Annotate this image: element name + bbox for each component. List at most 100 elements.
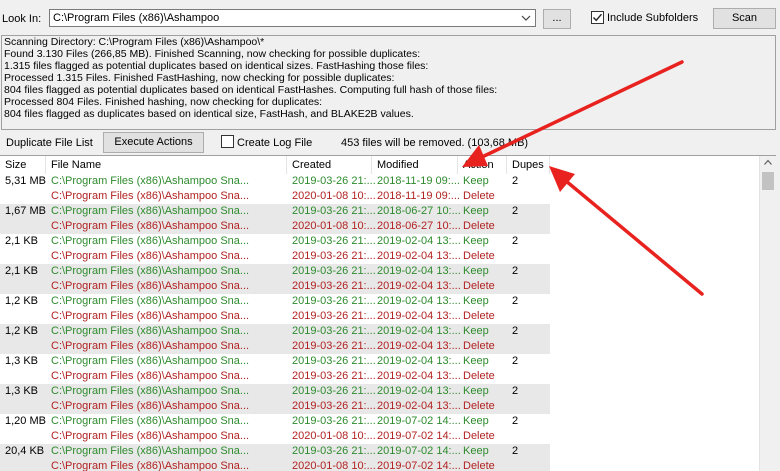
cell-size: 20,4 KB (5, 445, 45, 457)
table-row[interactable]: 20,4 KB 2 C:\Program Files (x86)\Ashampoo … (0, 444, 760, 471)
cell-action: Delete (463, 400, 495, 412)
vertical-scrollbar[interactable] (759, 156, 776, 471)
cell-action: Delete (463, 460, 495, 471)
table-header: Size File Name Created Modified Action D… (0, 156, 760, 174)
cell-created: 2020-01-08 10:... (292, 190, 376, 202)
cell-dupes: 2 (512, 175, 519, 187)
cell-modified: 2019-02-04 13:... (377, 355, 461, 367)
path-combobox[interactable]: C:\Program Files (x86)\Ashampoo (49, 9, 536, 27)
cell-file-name: C:\Program Files (x86)\Ashampoo Sna... (51, 325, 250, 337)
cell-file-name: C:\Program Files (x86)\Ashampoo Sna... (51, 310, 250, 322)
log-line: Processed 804 Files. Finished hashing, n… (4, 96, 323, 108)
cell-action: Keep (463, 415, 489, 427)
cell-size: 1,2 KB (5, 325, 39, 337)
table-row[interactable]: 1,67 MB 2 C:\Program Files (x86)\Ashampoo … (0, 204, 760, 234)
cell-file-name: C:\Program Files (x86)\Ashampoo Sna... (51, 190, 250, 202)
cell-dupes: 2 (512, 355, 519, 367)
table-row[interactable]: 2,1 KB 2 C:\Program Files (x86)\Ashampoo S… (0, 264, 760, 294)
cell-action: Delete (463, 310, 495, 322)
cell-size: 1,3 KB (5, 355, 39, 367)
column-header-size[interactable]: Size (0, 156, 46, 174)
log-line: 1.315 files flagged as potential duplica… (4, 60, 429, 72)
log-line: Scanning Directory: C:\Program Files (x8… (4, 36, 265, 48)
execute-actions-button[interactable]: Execute Actions (103, 132, 204, 153)
cell-file-name: C:\Program Files (x86)\Ashampoo Sna... (51, 430, 250, 442)
cell-size: 1,3 KB (5, 385, 39, 397)
cell-file-name: C:\Program Files (x86)\Ashampoo Sna... (51, 175, 250, 187)
scan-button[interactable]: Scan (713, 8, 776, 29)
cell-size: 1,20 MB (5, 415, 46, 427)
cell-dupes: 2 (512, 265, 519, 277)
include-subfolders-checkbox[interactable] (591, 11, 604, 24)
cell-created: 2019-03-26 21:... (292, 325, 376, 337)
include-subfolders-label[interactable]: Include Subfolders (607, 12, 698, 24)
cell-dupes: 2 (512, 325, 519, 337)
duplicate-file-table[interactable]: Size File Name Created Modified Action D… (0, 155, 776, 471)
cell-action: Keep (463, 205, 489, 217)
cell-dupes: 2 (512, 385, 519, 397)
cell-dupes: 2 (512, 205, 519, 217)
column-header-modified[interactable]: Modified (372, 156, 458, 174)
cell-action: Delete (463, 280, 495, 292)
column-header-created[interactable]: Created (287, 156, 372, 174)
cell-modified: 2019-02-04 13:... (377, 250, 461, 262)
cell-size: 5,31 MB (5, 175, 46, 187)
cell-created: 2020-01-08 10:... (292, 430, 376, 442)
duplicate-file-list-label: Duplicate File List (6, 137, 93, 149)
cell-action: Delete (463, 340, 495, 352)
cell-modified: 2019-02-04 13:... (377, 235, 461, 247)
cell-size: 1,2 KB (5, 295, 39, 307)
table-row[interactable]: 1,2 KB 2 C:\Program Files (x86)\Ashampoo S… (0, 294, 760, 324)
cell-created: 2019-03-26 21:... (292, 265, 376, 277)
cell-created: 2019-03-26 21:... (292, 250, 376, 262)
log-line: 804 files flagged as potential duplicate… (4, 84, 498, 96)
cell-file-name: C:\Program Files (x86)\Ashampoo Sna... (51, 205, 250, 217)
table-row[interactable]: 1,20 MB 2 C:\Program Files (x86)\Ashampoo … (0, 414, 760, 444)
log-line: 804 files flagged as duplicates based on… (4, 108, 414, 120)
cell-modified: 2019-07-02 14:... (377, 430, 461, 442)
table-row[interactable]: 2,1 KB 2 C:\Program Files (x86)\Ashampoo S… (0, 234, 760, 264)
table-row[interactable]: 5,31 MB 2 C:\Program Files (x86)\Ashampoo … (0, 174, 760, 204)
table-row[interactable]: 1,3 KB 2 C:\Program Files (x86)\Ashampoo S… (0, 384, 760, 414)
cell-file-name: C:\Program Files (x86)\Ashampoo Sna... (51, 235, 250, 247)
cell-dupes: 2 (512, 415, 519, 427)
cell-file-name: C:\Program Files (x86)\Ashampoo Sna... (51, 295, 250, 307)
cell-file-name: C:\Program Files (x86)\Ashampoo Sna... (51, 415, 250, 427)
cell-file-name: C:\Program Files (x86)\Ashampoo Sna... (51, 340, 250, 352)
cell-action: Keep (463, 325, 489, 337)
column-header-action[interactable]: Action (458, 156, 507, 174)
scrollbar-thumb[interactable] (762, 172, 774, 190)
cell-created: 2019-03-26 21:... (292, 400, 376, 412)
scan-log[interactable]: Scanning Directory: C:\Program Files (x8… (1, 35, 776, 130)
create-log-file-label[interactable]: Create Log File (237, 137, 312, 149)
cell-modified: 2019-02-04 13:... (377, 340, 461, 352)
cell-action: Keep (463, 355, 489, 367)
cell-created: 2019-03-26 21:... (292, 235, 376, 247)
table-row[interactable]: 1,2 KB 2 C:\Program Files (x86)\Ashampoo S… (0, 324, 760, 354)
table-row[interactable]: 1,3 KB 2 C:\Program Files (x86)\Ashampoo S… (0, 354, 760, 384)
browse-button[interactable]: ... (543, 9, 571, 29)
cell-created: 2019-03-26 21:... (292, 310, 376, 322)
chevron-down-icon[interactable] (521, 11, 531, 25)
cell-action: Delete (463, 220, 495, 232)
column-header-dupes[interactable]: Dupes (507, 156, 550, 174)
log-line: Found 3.130 Files (266,85 MB). Finished … (4, 48, 421, 60)
column-header-file-name[interactable]: File Name (46, 156, 287, 174)
cell-size: 2,1 KB (5, 235, 39, 247)
cell-action: Keep (463, 265, 489, 277)
table-rows: 5,31 MB 2 C:\Program Files (x86)\Ashampoo … (0, 174, 760, 471)
look-in-label: Look In: (2, 13, 42, 25)
cell-file-name: C:\Program Files (x86)\Ashampoo Sna... (51, 385, 250, 397)
create-log-file-checkbox[interactable] (221, 135, 234, 148)
cell-action: Keep (463, 295, 489, 307)
cell-file-name: C:\Program Files (x86)\Ashampoo Sna... (51, 445, 250, 457)
path-value[interactable]: C:\Program Files (x86)\Ashampoo (53, 12, 219, 24)
log-line: Processed 1.315 Files. Finished FastHash… (4, 72, 395, 84)
scroll-up-icon[interactable] (764, 159, 772, 165)
cell-created: 2019-03-26 21:... (292, 295, 376, 307)
cell-dupes: 2 (512, 445, 519, 457)
cell-modified: 2019-02-04 13:... (377, 295, 461, 307)
cell-created: 2019-03-26 21:... (292, 355, 376, 367)
cell-size: 2,1 KB (5, 265, 39, 277)
cell-file-name: C:\Program Files (x86)\Ashampoo Sna... (51, 460, 250, 471)
